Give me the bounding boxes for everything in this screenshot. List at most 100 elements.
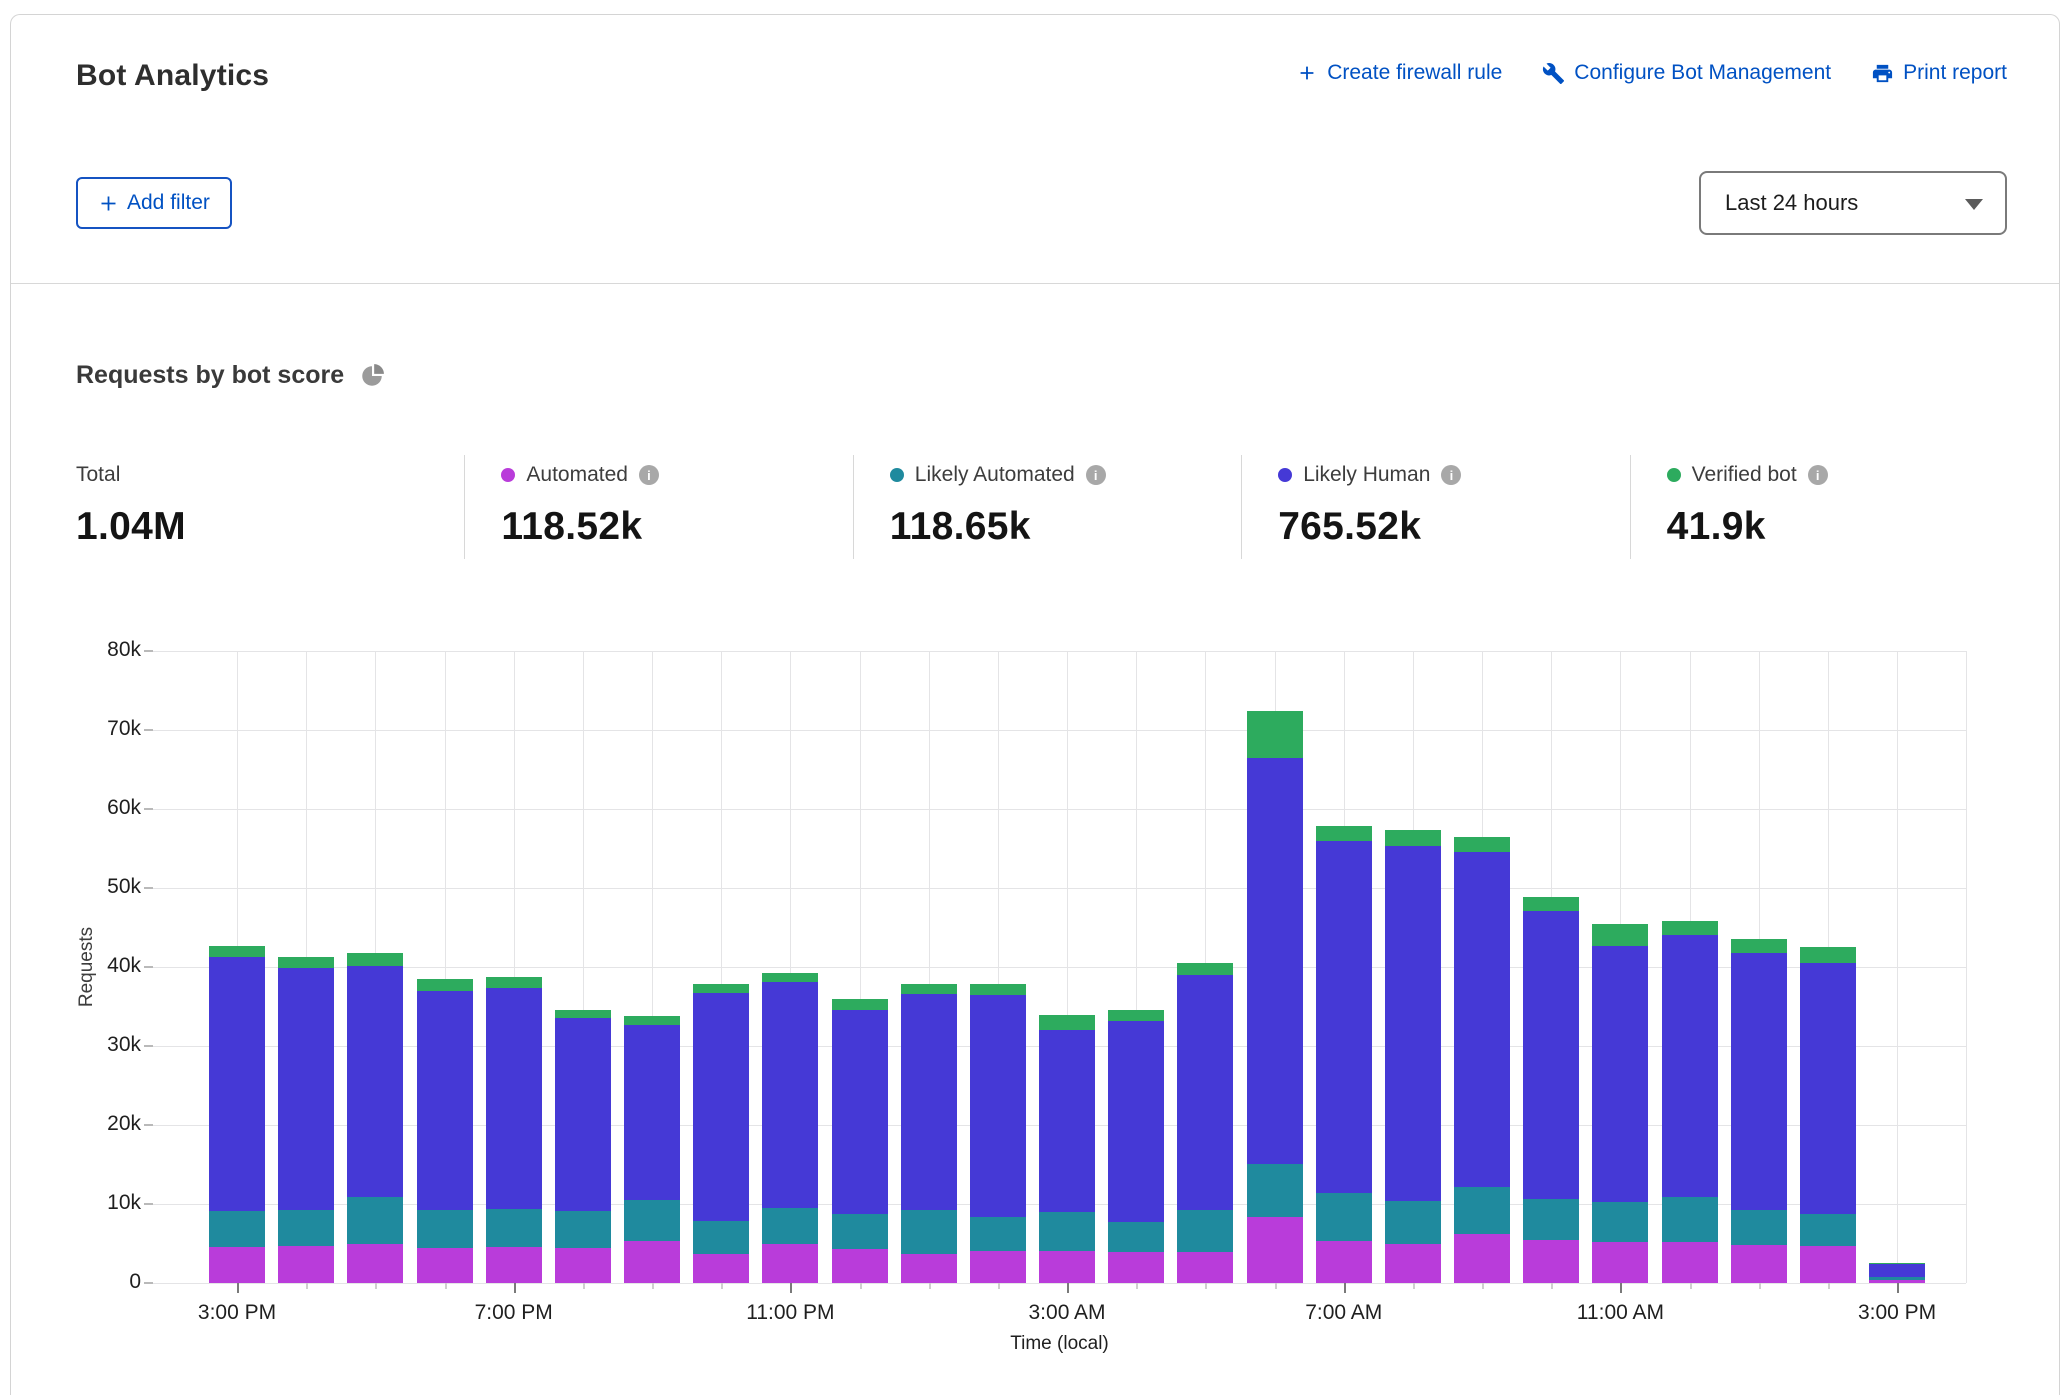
bar-segment-verified-bot[interactable]	[624, 1016, 680, 1025]
bar-segment-likely-automated[interactable]	[555, 1211, 611, 1248]
bar-segment-likely-human[interactable]	[417, 991, 473, 1211]
bar-3-00-pm[interactable]	[209, 946, 265, 1283]
bar-4-00-am[interactable]	[1108, 1010, 1164, 1283]
bar-9-00-pm[interactable]	[624, 1016, 680, 1283]
bar-segment-likely-human[interactable]	[1800, 963, 1856, 1213]
bar-segment-automated[interactable]	[832, 1249, 888, 1283]
bar-segment-verified-bot[interactable]	[1039, 1015, 1095, 1030]
bar-segment-automated[interactable]	[486, 1247, 542, 1283]
bar-segment-likely-human[interactable]	[278, 968, 334, 1210]
bar-segment-likely-automated[interactable]	[901, 1210, 957, 1253]
bar-segment-likely-human[interactable]	[555, 1018, 611, 1211]
bar-segment-likely-human[interactable]	[762, 982, 818, 1208]
bar-segment-automated[interactable]	[417, 1248, 473, 1283]
bar-segment-likely-human[interactable]	[1592, 946, 1648, 1202]
bar-segment-automated[interactable]	[347, 1244, 403, 1284]
bar-segment-automated[interactable]	[1039, 1251, 1095, 1283]
bar-segment-verified-bot[interactable]	[1731, 939, 1787, 953]
bar-12-00-pm[interactable]	[1662, 921, 1718, 1283]
bar-segment-verified-bot[interactable]	[1247, 711, 1303, 758]
bar-segment-verified-bot[interactable]	[555, 1010, 611, 1019]
bar-segment-automated[interactable]	[624, 1241, 680, 1283]
bar-6-00-pm[interactable]	[417, 979, 473, 1283]
bar-12-00-am[interactable]	[832, 999, 888, 1283]
bar-segment-verified-bot[interactable]	[832, 999, 888, 1010]
bar-segment-automated[interactable]	[693, 1254, 749, 1283]
bar-segment-verified-bot[interactable]	[762, 973, 818, 982]
bar-segment-likely-automated[interactable]	[693, 1221, 749, 1254]
bar-3-00-pm[interactable]	[1869, 1263, 1925, 1283]
bar-segment-likely-automated[interactable]	[1108, 1222, 1164, 1252]
bar-10-00-am[interactable]	[1523, 897, 1579, 1283]
bar-segment-automated[interactable]	[762, 1244, 818, 1283]
bar-1-00-pm[interactable]	[1731, 939, 1787, 1283]
bar-segment-likely-automated[interactable]	[1385, 1201, 1441, 1244]
bar-segment-likely-human[interactable]	[1247, 758, 1303, 1163]
bar-7-00-am[interactable]	[1316, 826, 1372, 1283]
bar-segment-likely-automated[interactable]	[1177, 1210, 1233, 1253]
bar-segment-likely-automated[interactable]	[486, 1209, 542, 1247]
bar-segment-automated[interactable]	[1731, 1245, 1787, 1283]
bar-segment-likely-automated[interactable]	[278, 1210, 334, 1246]
bar-segment-automated[interactable]	[278, 1246, 334, 1283]
bar-segment-likely-human[interactable]	[693, 993, 749, 1221]
bar-8-00-pm[interactable]	[555, 1010, 611, 1283]
bar-segment-likely-human[interactable]	[1662, 935, 1718, 1196]
bar-segment-likely-human[interactable]	[832, 1010, 888, 1215]
bar-segment-verified-bot[interactable]	[1385, 830, 1441, 846]
bar-9-00-am[interactable]	[1454, 837, 1510, 1283]
bar-segment-likely-automated[interactable]	[1316, 1193, 1372, 1241]
bar-segment-automated[interactable]	[555, 1248, 611, 1283]
bar-10-00-pm[interactable]	[693, 984, 749, 1283]
bar-4-00-pm[interactable]	[278, 957, 334, 1283]
bar-segment-likely-human[interactable]	[1869, 1264, 1925, 1277]
bar-segment-likely-automated[interactable]	[1454, 1187, 1510, 1234]
bar-segment-likely-automated[interactable]	[1662, 1197, 1718, 1242]
bar-segment-automated[interactable]	[1385, 1244, 1441, 1284]
bar-segment-likely-human[interactable]	[1731, 953, 1787, 1211]
bar-segment-likely-human[interactable]	[970, 995, 1026, 1217]
bar-segment-verified-bot[interactable]	[486, 977, 542, 989]
bar-segment-automated[interactable]	[1247, 1217, 1303, 1283]
bar-segment-verified-bot[interactable]	[209, 946, 265, 957]
bar-segment-likely-automated[interactable]	[1731, 1210, 1787, 1245]
bar-segment-likely-automated[interactable]	[762, 1208, 818, 1244]
bar-segment-verified-bot[interactable]	[1177, 963, 1233, 975]
bar-segment-likely-human[interactable]	[1039, 1030, 1095, 1212]
bar-segment-automated[interactable]	[1177, 1252, 1233, 1283]
bar-segment-verified-bot[interactable]	[278, 957, 334, 968]
bar-11-00-am[interactable]	[1592, 924, 1648, 1283]
bar-segment-verified-bot[interactable]	[1316, 826, 1372, 840]
bar-segment-automated[interactable]	[1800, 1246, 1856, 1283]
bar-segment-likely-human[interactable]	[1385, 846, 1441, 1201]
bar-segment-likely-automated[interactable]	[1247, 1164, 1303, 1218]
bar-segment-verified-bot[interactable]	[1108, 1010, 1164, 1020]
bar-5-00-am[interactable]	[1177, 963, 1233, 1283]
bar-segment-automated[interactable]	[1108, 1252, 1164, 1283]
bar-segment-likely-automated[interactable]	[209, 1211, 265, 1247]
bar-segment-likely-automated[interactable]	[1039, 1212, 1095, 1252]
bar-segment-likely-human[interactable]	[486, 988, 542, 1208]
bar-segment-automated[interactable]	[970, 1251, 1026, 1283]
bar-segment-likely-automated[interactable]	[624, 1200, 680, 1241]
bar-segment-likely-automated[interactable]	[832, 1214, 888, 1249]
bar-segment-verified-bot[interactable]	[417, 979, 473, 991]
bar-segment-likely-automated[interactable]	[1800, 1214, 1856, 1246]
bar-segment-likely-human[interactable]	[1108, 1021, 1164, 1222]
bar-segment-automated[interactable]	[1592, 1242, 1648, 1283]
bar-segment-automated[interactable]	[1316, 1241, 1372, 1283]
bar-segment-likely-human[interactable]	[1316, 841, 1372, 1193]
bar-segment-automated[interactable]	[1454, 1234, 1510, 1283]
bar-segment-likely-automated[interactable]	[417, 1210, 473, 1248]
bar-segment-automated[interactable]	[1523, 1240, 1579, 1283]
bar-segment-verified-bot[interactable]	[1800, 947, 1856, 963]
bar-7-00-pm[interactable]	[486, 977, 542, 1283]
bar-segment-verified-bot[interactable]	[1523, 897, 1579, 911]
bar-segment-likely-human[interactable]	[1177, 975, 1233, 1210]
bar-3-00-am[interactable]	[1039, 1015, 1095, 1283]
bar-segment-likely-human[interactable]	[209, 957, 265, 1211]
bar-segment-verified-bot[interactable]	[1454, 837, 1510, 852]
bar-segment-verified-bot[interactable]	[970, 984, 1026, 994]
bar-segment-verified-bot[interactable]	[901, 984, 957, 993]
bar-segment-likely-automated[interactable]	[970, 1217, 1026, 1252]
